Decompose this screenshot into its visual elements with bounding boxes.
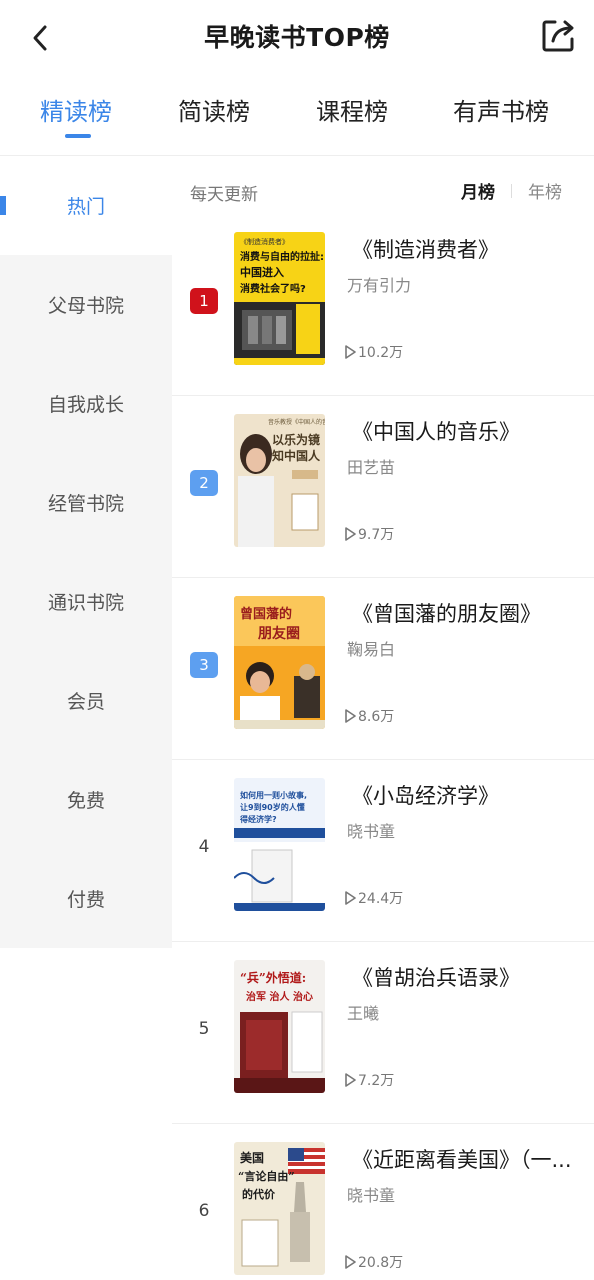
- sidebar-item-label: 父母书院: [47, 295, 124, 317]
- play-count-value: 10.2万: [358, 345, 404, 361]
- rank-number: 4: [198, 837, 210, 857]
- ranking-list: 每天更新 月榜 年榜 1 《制造消费者》 消费与自由的拉扯: 中国进入 消费社会…: [172, 156, 594, 1280]
- cover-text: 如何用一则小故事,: [240, 790, 307, 800]
- sidebar-item-label: 经管书院: [47, 493, 124, 515]
- play-icon: [345, 1255, 356, 1269]
- share-button[interactable]: [538, 16, 578, 56]
- top-bar: 早晚读书TOP榜: [0, 0, 594, 76]
- book-row[interactable]: 1 《制造消费者》 消费与自由的拉扯: 中国进入 消费社会了吗? 《制造消费者》…: [172, 214, 594, 396]
- play-icon: [345, 709, 356, 723]
- rank-number: 5: [198, 1019, 210, 1039]
- book-row[interactable]: 3 曾国藩的 朋友圈 《曾国藩的朋友圈》 鞠易白 8.6万: [172, 578, 594, 760]
- cover-text: 曾国藩的: [240, 606, 292, 622]
- cover-text: 治军 治人 治心: [246, 990, 313, 1003]
- play-icon: [345, 527, 356, 541]
- rank-badge: 1: [190, 288, 218, 314]
- rank-number: 6: [198, 1201, 210, 1221]
- book-cover: 《制造消费者》 消费与自由的拉扯: 中国进入 消费社会了吗?: [234, 232, 325, 365]
- sidebar-item-business[interactable]: 经管书院: [0, 453, 172, 552]
- book-title: 《制造消费者》: [352, 238, 499, 262]
- share-icon: [542, 20, 574, 52]
- tab-audiobooks[interactable]: 有声书榜: [453, 92, 549, 127]
- play-count: 7.2万: [344, 1070, 394, 1090]
- book-title: 《曾国藩的朋友圈》: [352, 602, 541, 626]
- book-row[interactable]: 6 美国 “言论自由” 的代价 《近距离看美国》（一... 晓书童 20.8万: [172, 1124, 594, 1280]
- active-category-marker: [0, 196, 6, 215]
- book-title: 《中国人的音乐》: [352, 420, 520, 444]
- rank-badge: 2: [190, 470, 218, 496]
- update-frequency: 每天更新: [190, 185, 258, 205]
- cover-text: 知中国人: [271, 448, 321, 463]
- tab-courses[interactable]: 课程榜: [316, 92, 388, 127]
- play-count-value: 7.2万: [358, 1073, 395, 1089]
- cover-text: 朋友圈: [257, 625, 300, 642]
- play-icon: [345, 1073, 356, 1087]
- sidebar-item-hot[interactable]: 热门: [0, 156, 172, 255]
- book-author: 王曦: [347, 1004, 380, 1023]
- cover-text: 得经济学?: [239, 814, 277, 824]
- book-cover: 美国 “言论自由” 的代价: [234, 1142, 325, 1275]
- book-author: 晓书童: [347, 822, 396, 841]
- tab-intensive-reading[interactable]: 精读榜: [40, 92, 112, 127]
- sidebar-item-label: 免费: [66, 790, 105, 812]
- book-title: 《曾胡治兵语录》: [352, 966, 520, 990]
- period-toggle: 月榜 年榜: [461, 178, 562, 203]
- sidebar-item-parents[interactable]: 父母书院: [0, 255, 172, 354]
- book-title: 《近距离看美国》（一...: [352, 1148, 572, 1172]
- book-author: 晓书童: [347, 1186, 396, 1205]
- ranking-tabs: 精读榜 简读榜 课程榜 有声书榜: [0, 76, 594, 156]
- sidebar-item-member[interactable]: 会员: [0, 651, 172, 750]
- book-row[interactable]: 2 音乐教授《中国人的音乐》 以乐为镜 知中国人 《中国人的音乐》 田艺苗 9.…: [172, 396, 594, 578]
- cover-text: 以乐为镜: [272, 432, 320, 447]
- active-tab-indicator: [65, 134, 91, 138]
- book-row[interactable]: 5 “兵”外悟道: 治军 治人 治心 《曾胡治兵语录》 王曦 7.2万: [172, 942, 594, 1124]
- cover-text: “兵”外悟道:: [240, 970, 306, 985]
- book-cover: 音乐教授《中国人的音乐》 以乐为镜 知中国人: [234, 414, 325, 547]
- play-icon: [345, 891, 356, 905]
- cover-text: 消费与自由的拉扯:: [240, 250, 324, 263]
- book-cover: 曾国藩的 朋友圈: [234, 596, 325, 729]
- sidebar-item-label: 付费: [66, 889, 105, 911]
- page-title: 早晚读书TOP榜: [204, 23, 390, 52]
- period-year-button[interactable]: 年榜: [528, 178, 562, 203]
- book-cover: 如何用一则小故事, 让9到90岁的人懂 得经济学?: [234, 778, 325, 911]
- sidebar-item-free[interactable]: 免费: [0, 750, 172, 849]
- sidebar-item-label: 自我成长: [47, 394, 124, 416]
- sidebar-item-label: 热门: [66, 196, 105, 218]
- sidebar-item-self-growth[interactable]: 自我成长: [0, 354, 172, 453]
- period-divider: [511, 183, 512, 198]
- sidebar-item-general[interactable]: 通识书院: [0, 552, 172, 651]
- period-month-button[interactable]: 月榜: [461, 178, 495, 203]
- play-count: 9.7万: [344, 524, 394, 544]
- rank-badge: 3: [190, 652, 218, 678]
- book-author: 万有引力: [347, 276, 412, 295]
- cover-text: “言论自由”: [238, 1169, 295, 1183]
- svg-text:《制造消费者》: 《制造消费者》: [240, 237, 289, 246]
- play-count-value: 20.8万: [358, 1255, 404, 1271]
- play-count: 20.8万: [344, 1252, 403, 1272]
- book-row[interactable]: 4 如何用一则小故事, 让9到90岁的人懂 得经济学? 《小岛经济学》 晓书童 …: [172, 760, 594, 942]
- book-cover: “兵”外悟道: 治军 治人 治心: [234, 960, 325, 1093]
- cover-text: 中国进入: [240, 265, 284, 279]
- sidebar-item-label: 会员: [66, 691, 105, 713]
- tab-brief-reading[interactable]: 简读榜: [178, 92, 250, 127]
- category-sidebar: 热门 父母书院 自我成长 经管书院 通识书院 会员 免费 付费: [0, 156, 172, 948]
- book-title: 《小岛经济学》: [352, 784, 499, 808]
- cover-text: 美国: [240, 1150, 264, 1165]
- book-author: 田艺苗: [347, 458, 396, 477]
- play-count-value: 9.7万: [358, 527, 395, 543]
- cover-text: 的代价: [242, 1187, 276, 1201]
- cover-text: 消费社会了吗?: [240, 282, 306, 295]
- svg-text:音乐教授《中国人的音乐》: 音乐教授《中国人的音乐》: [268, 418, 325, 426]
- play-count: 10.2万: [344, 342, 403, 362]
- cover-text: 让9到90岁的人懂: [240, 802, 305, 812]
- sidebar-item-label: 通识书院: [47, 592, 124, 614]
- play-count-value: 24.4万: [358, 891, 404, 907]
- play-icon: [345, 345, 356, 359]
- sidebar-item-paid[interactable]: 付费: [0, 849, 172, 948]
- play-count-value: 8.6万: [358, 709, 395, 725]
- play-count: 24.4万: [344, 888, 403, 908]
- book-author: 鞠易白: [347, 640, 396, 659]
- play-count: 8.6万: [344, 706, 394, 726]
